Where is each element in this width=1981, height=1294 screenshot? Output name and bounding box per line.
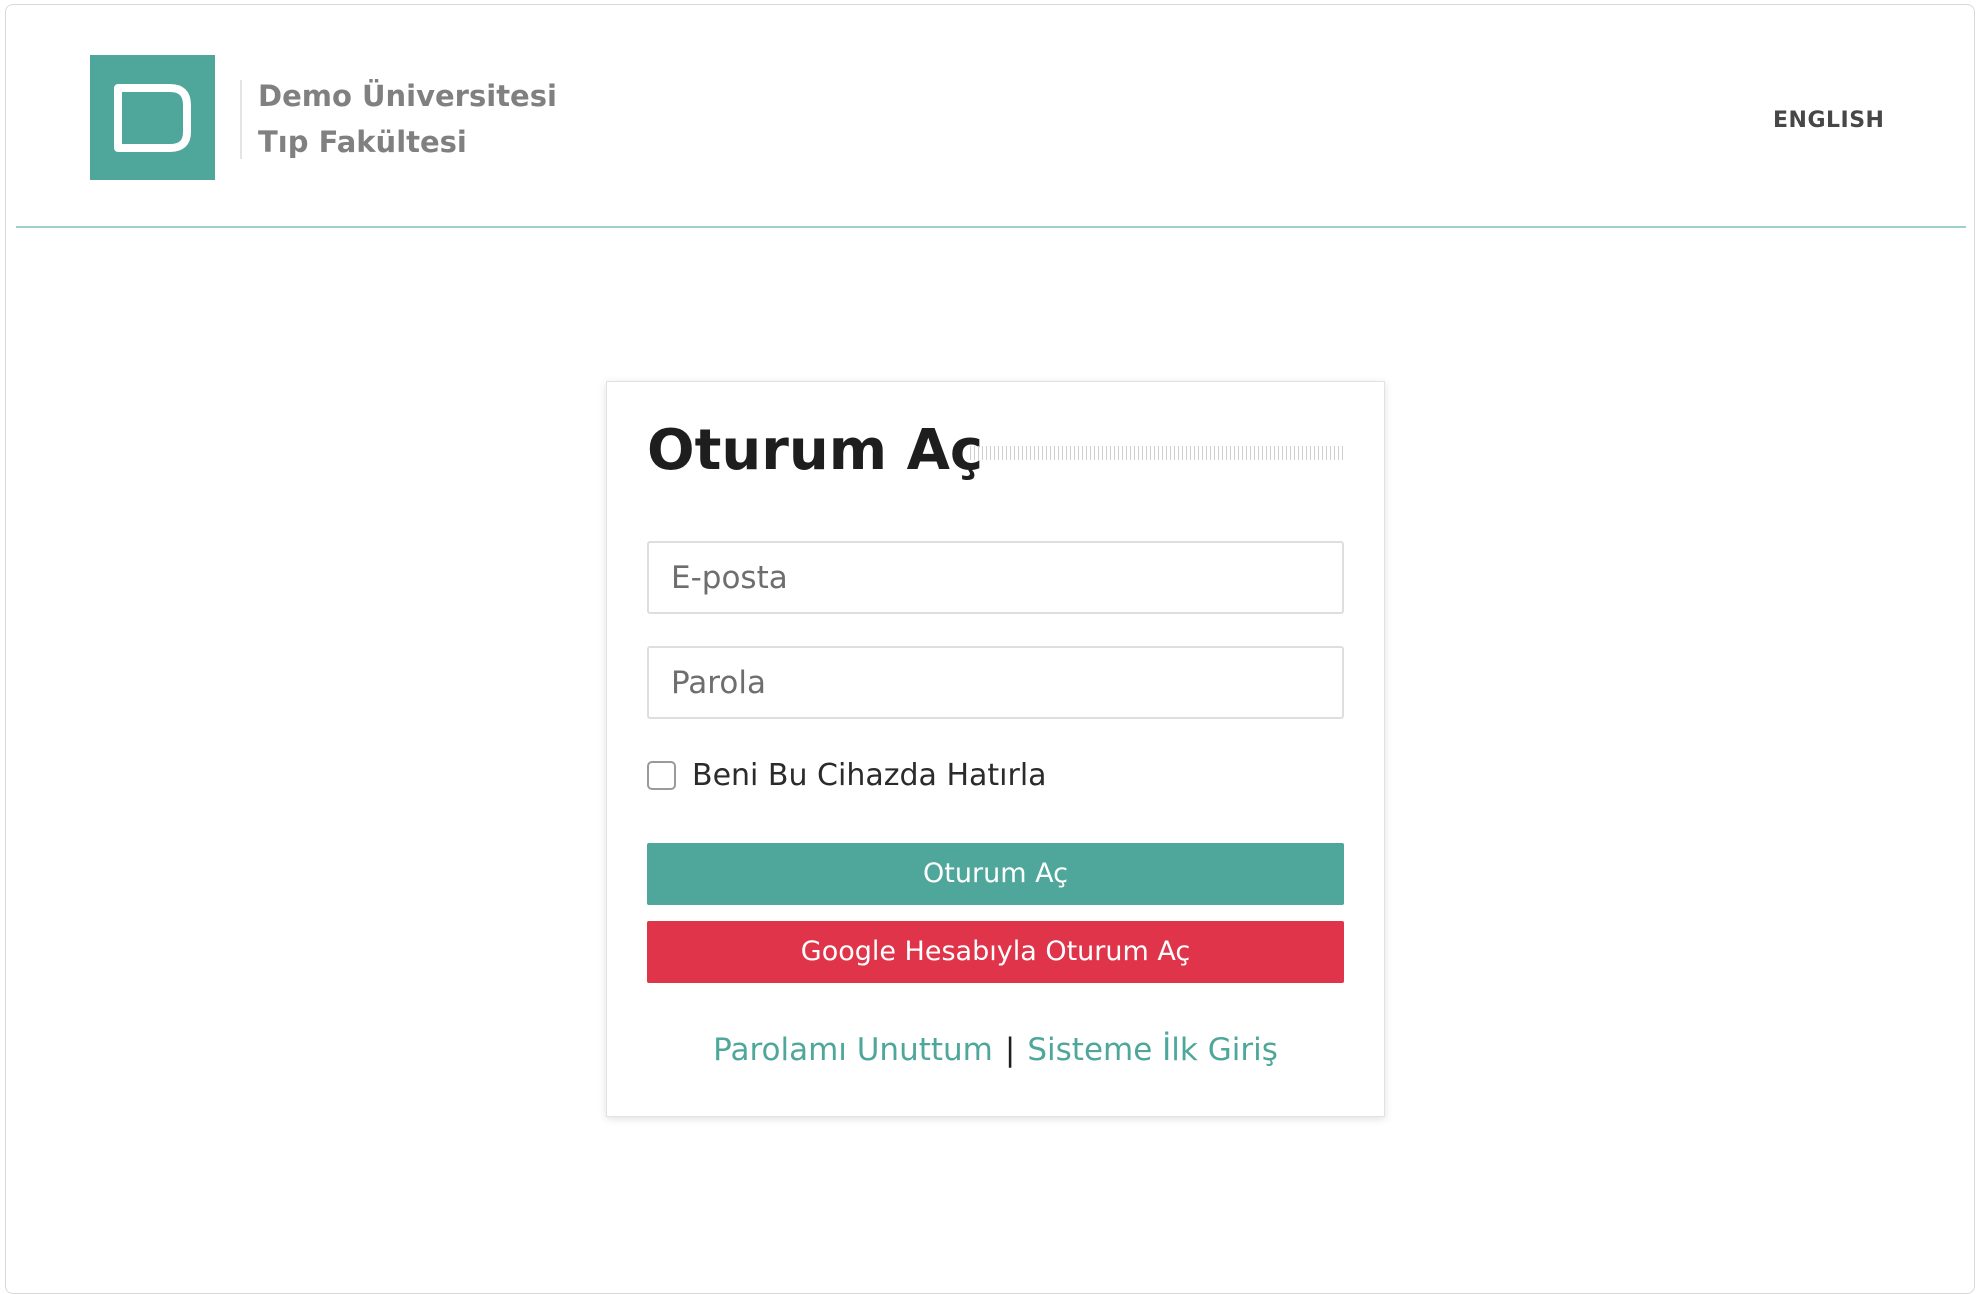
logo-divider xyxy=(240,80,242,159)
login-card: Oturum Aç Beni Bu Cihazda Hatırla Oturum… xyxy=(606,381,1385,1117)
remember-me-label: Beni Bu Cihazda Hatırla xyxy=(692,757,1047,793)
language-switch-link[interactable]: ENGLISH xyxy=(1773,108,1884,133)
site-header: Demo Üniversitesi Tıp Fakültesi ENGLISH xyxy=(16,5,1966,228)
first-login-link[interactable]: Sisteme İlk Giriş xyxy=(1027,1032,1278,1068)
logo-letter-d-icon xyxy=(114,84,191,152)
email-field[interactable] xyxy=(647,541,1344,614)
login-title: Oturum Aç xyxy=(647,418,984,483)
remember-me-option[interactable]: Beni Bu Cihazda Hatırla xyxy=(647,757,1047,793)
signin-button[interactable]: Oturum Aç xyxy=(647,843,1344,905)
university-logo xyxy=(90,55,215,180)
forgot-password-link[interactable]: Parolamı Unuttum xyxy=(713,1032,993,1068)
link-separator: | xyxy=(1004,1032,1016,1068)
password-field[interactable] xyxy=(647,646,1344,719)
remember-me-checkbox[interactable] xyxy=(647,760,676,790)
title-decoration xyxy=(970,446,1345,460)
university-name: Demo Üniversitesi xyxy=(258,79,557,113)
google-signin-button[interactable]: Google Hesabıyla Oturum Aç xyxy=(647,921,1344,983)
page-frame: Demo Üniversitesi Tıp Fakültesi ENGLISH … xyxy=(5,4,1975,1294)
faculty-name: Tıp Fakültesi xyxy=(258,125,467,159)
auth-links: Parolamı Unuttum | Sisteme İlk Giriş xyxy=(607,1032,1384,1068)
